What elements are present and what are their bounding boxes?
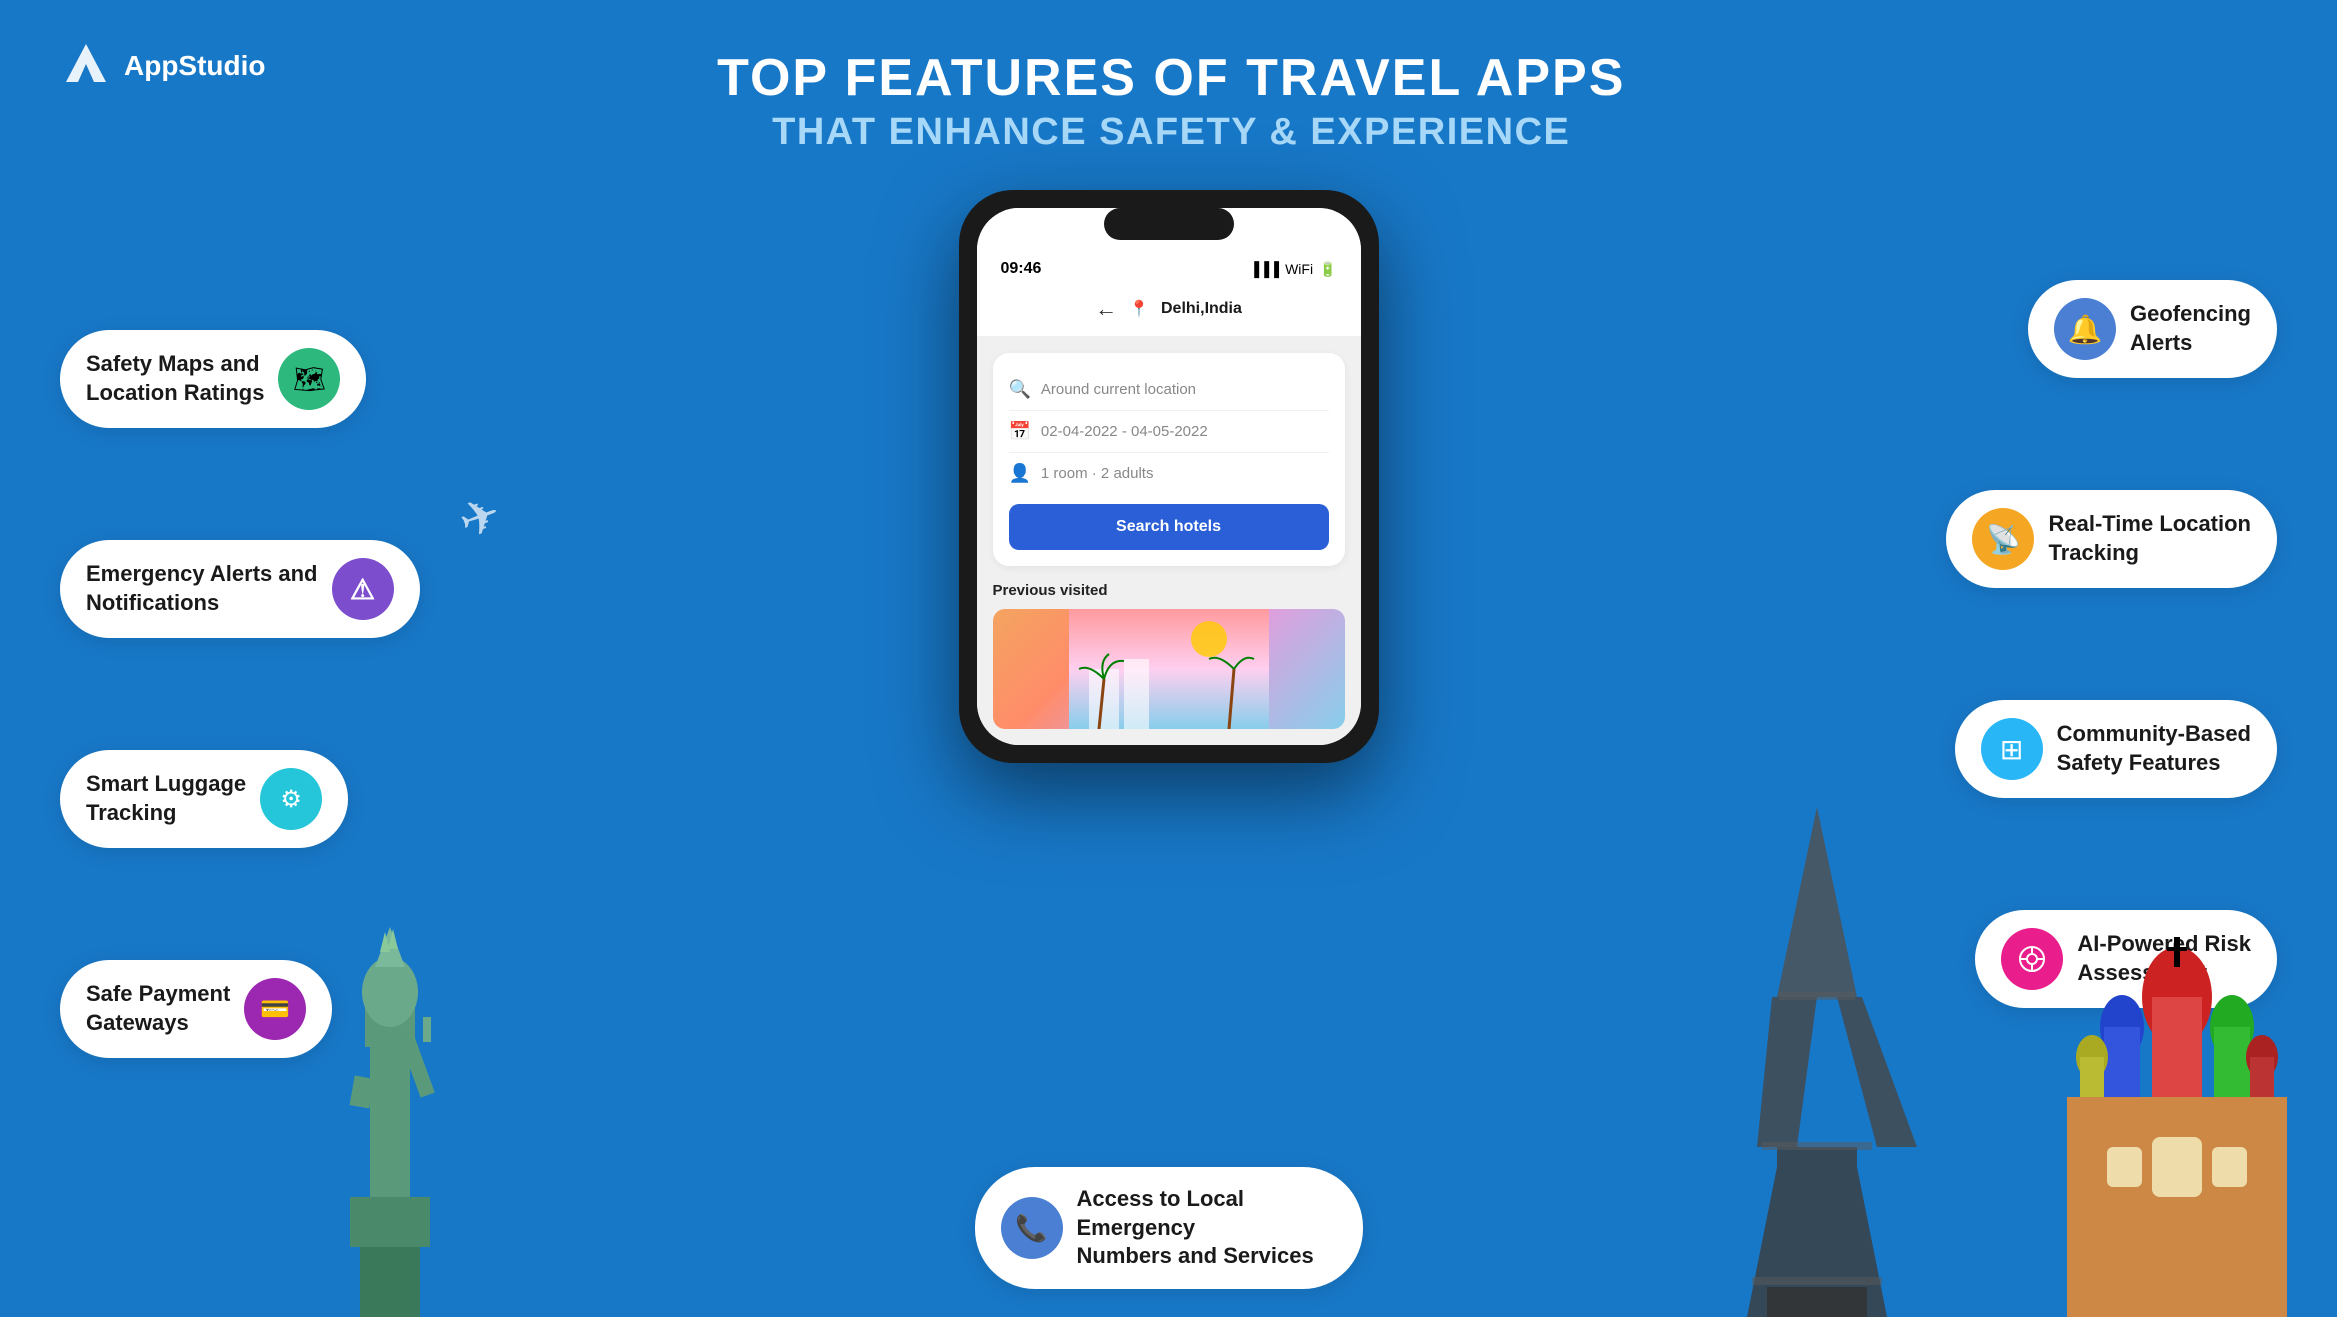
community-icon: ⊞: [1981, 718, 2043, 780]
battery-icon: 🔋: [1319, 261, 1336, 278]
community-label: Community-BasedSafety Features: [2057, 720, 2251, 777]
phone-notch: [1104, 208, 1234, 240]
phone-content: 🔍 Around current location 📅 02-04-2022 -…: [977, 337, 1361, 745]
destination-image: [993, 609, 1345, 729]
phone-screen: 09:46 ▐▐▐ WiFi 🔋 ← 📍 Delhi,India 🔍: [977, 208, 1361, 745]
back-button[interactable]: ←: [1095, 296, 1117, 322]
smart-luggage-label: Smart LuggageTracking: [86, 770, 246, 827]
pill-realtime-location: 📡 Real-Time LocationTracking: [1946, 490, 2277, 588]
date-row[interactable]: 📅 02-04-2022 - 04-05-2022: [1009, 411, 1329, 453]
realtime-label: Real-Time LocationTracking: [2048, 510, 2251, 567]
calendar-icon: 📅: [1009, 421, 1031, 442]
page-title-sub: THAT ENHANCE SAFETY & EXPERIENCE: [266, 111, 2077, 154]
location-search-text: Around current location: [1041, 381, 1196, 398]
pill-emergency-numbers: 📞 Access to Local EmergencyNumbers and S…: [975, 1167, 1363, 1289]
guests-row[interactable]: 👤 1 room · 2 adults: [1009, 453, 1329, 494]
phone-mockup: 09:46 ▐▐▐ WiFi 🔋 ← 📍 Delhi,India 🔍: [959, 190, 1379, 763]
pill-emergency-alerts: Emergency Alerts andNotifications ⚠: [60, 540, 420, 638]
search-hotels-button[interactable]: Search hotels: [1009, 504, 1329, 550]
status-time: 09:46: [1001, 260, 1042, 278]
safe-payment-label: Safe PaymentGateways: [86, 980, 230, 1037]
prev-visited-label: Previous visited: [993, 582, 1345, 599]
location-pin-icon: 📍: [1129, 299, 1149, 319]
safety-maps-label: Safety Maps andLocation Ratings: [86, 350, 264, 407]
pill-smart-luggage: Smart LuggageTracking ⚙: [60, 750, 348, 848]
status-icons: ▐▐▐ WiFi 🔋: [1249, 261, 1336, 278]
ai-icon: [2001, 928, 2063, 990]
pill-geofencing: 🔔 GeofencingAlerts: [2028, 280, 2277, 378]
logo-icon: [60, 40, 112, 92]
map-icon: 🗺: [278, 348, 340, 410]
guests-text: 1 room · 2 adults: [1041, 465, 1154, 482]
geofencing-label: GeofencingAlerts: [2130, 300, 2251, 357]
phone-nav-bar: ← 📍 Delhi,India: [977, 286, 1361, 337]
payment-icon: 💳: [244, 978, 306, 1040]
pill-safety-maps: Safety Maps andLocation Ratings 🗺: [60, 330, 366, 428]
eiffel-tower: [1717, 797, 1917, 1317]
pill-safe-payment: Safe PaymentGateways 💳: [60, 960, 332, 1058]
person-icon: 👤: [1009, 463, 1031, 484]
alert-icon: ⚠: [332, 558, 394, 620]
location-search-row[interactable]: 🔍 Around current location: [1009, 369, 1329, 411]
search-magnifier-icon: 🔍: [1009, 379, 1031, 400]
realtime-icon: 📡: [1972, 508, 2034, 570]
date-text: 02-04-2022 - 04-05-2022: [1041, 423, 1208, 440]
logo: AppStudio: [60, 40, 266, 92]
airplane-icon: ✈: [452, 485, 509, 551]
title-block: TOP FEATURES OF TRAVEL APPS THAT ENHANCE…: [266, 40, 2077, 154]
phone-body: 09:46 ▐▐▐ WiFi 🔋 ← 📍 Delhi,India 🔍: [959, 190, 1379, 763]
emergency-alerts-label: Emergency Alerts andNotifications: [86, 560, 318, 617]
signal-icon: ▐▐▐: [1249, 261, 1279, 277]
location-label: Delhi,India: [1161, 300, 1242, 318]
ai-risk-label: AI-Powered RiskAssessment: [2077, 930, 2251, 987]
logo-text: AppStudio: [124, 50, 266, 82]
emergency-numbers-label: Access to Local EmergencyNumbers and Ser…: [1077, 1185, 1337, 1271]
statue-of-liberty: [280, 837, 500, 1317]
header: AppStudio TOP FEATURES OF TRAVEL APPS TH…: [0, 0, 2337, 154]
page-title-main: TOP FEATURES OF TRAVEL APPS: [266, 50, 2077, 107]
pill-community: ⊞ Community-BasedSafety Features: [1955, 700, 2277, 798]
geofencing-icon: 🔔: [2054, 298, 2116, 360]
emergency-phone-icon: 📞: [1001, 1197, 1063, 1259]
wifi-icon: WiFi: [1285, 261, 1313, 277]
search-card: 🔍 Around current location 📅 02-04-2022 -…: [993, 353, 1345, 566]
luggage-icon: ⚙: [260, 768, 322, 830]
pill-ai-risk: AI-Powered RiskAssessment: [1975, 910, 2277, 1008]
